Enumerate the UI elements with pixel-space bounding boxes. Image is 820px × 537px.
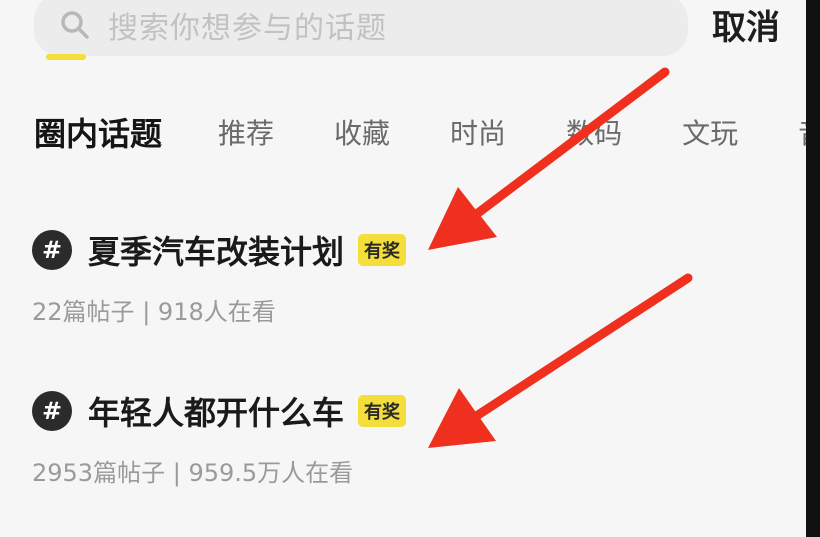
topic-meta: 22篇帖子 | 918人在看	[32, 292, 406, 327]
cancel-button[interactable]: 取消	[712, 0, 780, 49]
tab-recommended[interactable]: 推荐	[218, 110, 274, 170]
topic-item[interactable]: # 夏季汽车改装计划 有奖 22篇帖子 | 918人在看	[32, 228, 407, 327]
arrow-annotation	[428, 273, 693, 448]
meta-separator: |	[142, 298, 151, 326]
viewer-count: 918人在看	[157, 298, 276, 326]
screen: 搜索你想参与的话题 取消 圈内话题 推荐 收藏 时尚 数码 文玩 音 # 夏季汽…	[0, 0, 806, 537]
topic-item[interactable]: # 年轻人都开什么车 有奖 2953篇帖子 | 959.5万人在看	[32, 389, 407, 488]
hash-icon: #	[32, 391, 72, 431]
tab-favorites[interactable]: 收藏	[334, 110, 390, 170]
tab-circle-topics[interactable]: 圈内话题	[34, 110, 162, 170]
reward-badge: 有奖	[358, 234, 407, 266]
tab-fashion[interactable]: 时尚	[450, 110, 506, 170]
topic-meta: 2953篇帖子 | 959.5万人在看	[32, 453, 406, 488]
viewer-count: 959.5万人在看	[188, 459, 354, 487]
tab-collectibles[interactable]: 文玩	[682, 110, 738, 170]
post-count: 2953篇帖子	[32, 459, 166, 487]
search-input[interactable]: 搜索你想参与的话题	[108, 3, 387, 47]
active-tab-indicator	[46, 54, 86, 60]
search-bar[interactable]: 搜索你想参与的话题	[34, 0, 688, 56]
screen-edge	[806, 0, 820, 537]
search-icon	[58, 8, 92, 42]
reward-badge: 有奖	[358, 395, 407, 427]
hash-icon: #	[32, 230, 72, 270]
tab-music[interactable]: 音	[798, 110, 806, 170]
post-count: 22篇帖子	[32, 298, 135, 326]
topic-tabs: 圈内话题 推荐 收藏 时尚 数码 文玩 音	[34, 110, 806, 170]
topic-title: 夏季汽车改装计划	[88, 233, 345, 271]
meta-separator: |	[172, 459, 181, 487]
topic-title: 年轻人都开什么车	[88, 394, 345, 432]
tab-digital[interactable]: 数码	[566, 110, 622, 170]
